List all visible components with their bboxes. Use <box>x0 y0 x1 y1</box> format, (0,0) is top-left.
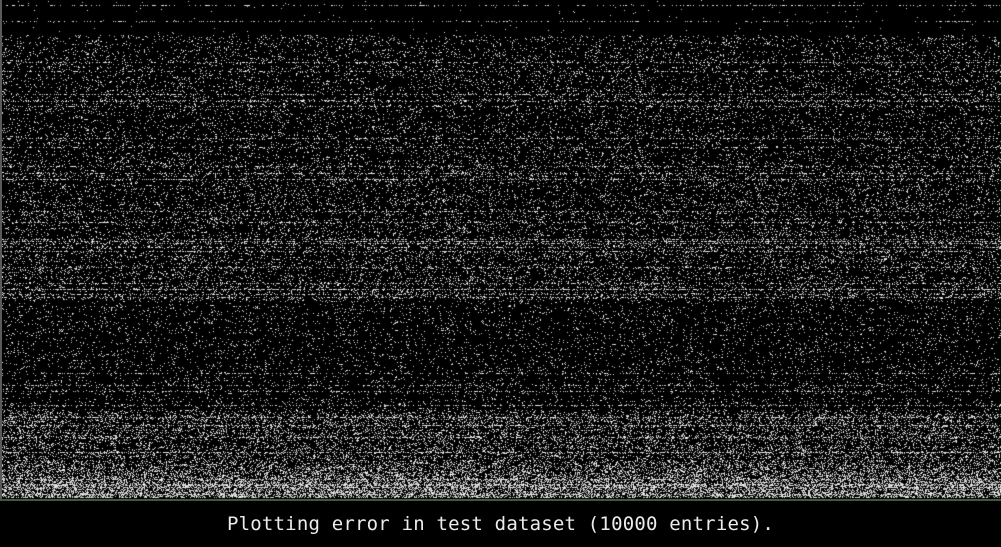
error-scatter-canvas <box>2 0 1001 500</box>
status-message: Plotting error in test dataset (10000 en… <box>226 513 775 535</box>
status-bar: Plotting error in test dataset (10000 en… <box>0 501 1001 547</box>
error-plot-area <box>2 0 1001 500</box>
